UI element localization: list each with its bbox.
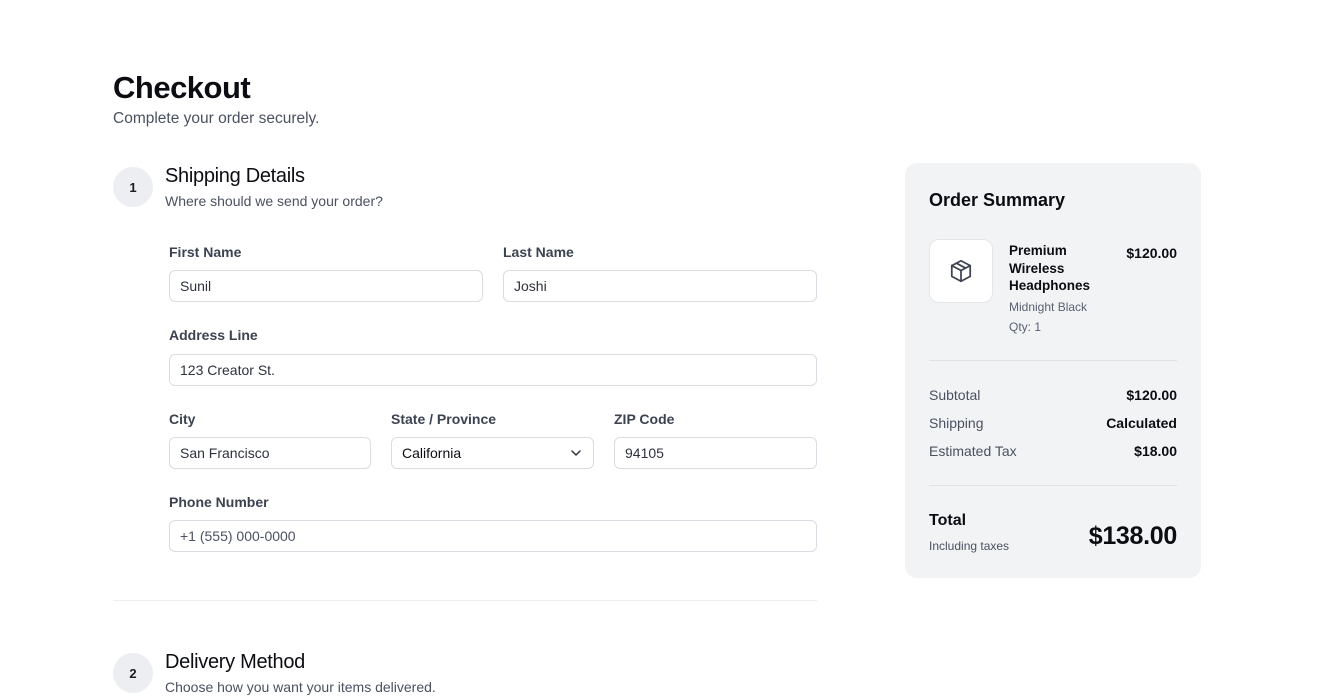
phone-field[interactable] [169, 520, 817, 552]
shipping-cost-value: Calculated [1106, 415, 1177, 431]
total-label: Total [929, 512, 967, 529]
shipping-section-subtitle: Where should we send your order? [165, 193, 383, 209]
order-summary-title: Order Summary [929, 190, 1066, 210]
order-summary-card: Order Summary Premium Wireless Headphone… [905, 163, 1201, 578]
address-field[interactable] [169, 354, 817, 386]
summary-divider [929, 485, 1177, 486]
delivery-section-subtitle: Choose how you want your items delivered… [165, 679, 436, 695]
zip-field[interactable] [614, 437, 817, 469]
checkout-page: Checkout Complete your order securely. 1… [0, 0, 1341, 700]
state-label: State / Province [391, 411, 497, 427]
total-note: Including taxes [929, 539, 1010, 553]
chevron-down-icon [571, 450, 581, 456]
page-subtitle: Complete your order securely. [113, 110, 320, 127]
first-name-field[interactable] [169, 270, 483, 302]
zip-label: ZIP Code [614, 411, 675, 427]
product-name: Premium Wireless Headphones [1009, 243, 1091, 293]
package-icon [950, 259, 972, 283]
tax-label: Estimated Tax [929, 443, 1017, 459]
city-label: City [169, 411, 196, 427]
product-variant: Midnight Black [1009, 300, 1088, 314]
delivery-section-title: Delivery Method [165, 651, 306, 673]
subtotal-value: $120.00 [1126, 387, 1177, 403]
state-select[interactable]: California [391, 437, 594, 469]
city-field[interactable] [169, 437, 371, 469]
first-name-label: First Name [169, 244, 242, 260]
step-1-badge: 1 [113, 167, 153, 207]
phone-label: Phone Number [169, 494, 269, 510]
step-2-badge: 2 [113, 653, 153, 693]
shipping-cost-label: Shipping [929, 415, 984, 431]
shipping-section-title: Shipping Details [165, 165, 305, 187]
address-label: Address Line [169, 327, 258, 343]
subtotal-label: Subtotal [929, 387, 981, 403]
product-price: $120.00 [1126, 245, 1177, 261]
section-divider [113, 600, 817, 601]
last-name-field[interactable] [503, 270, 817, 302]
product-quantity: Qty: 1 [1009, 320, 1042, 334]
product-thumbnail [929, 239, 993, 303]
last-name-label: Last Name [503, 244, 574, 260]
summary-divider [929, 360, 1177, 361]
total-value: $138.00 [1088, 522, 1178, 550]
page-title: Checkout [113, 70, 251, 105]
state-select-value: California [402, 445, 462, 461]
tax-value: $18.00 [1134, 443, 1177, 459]
